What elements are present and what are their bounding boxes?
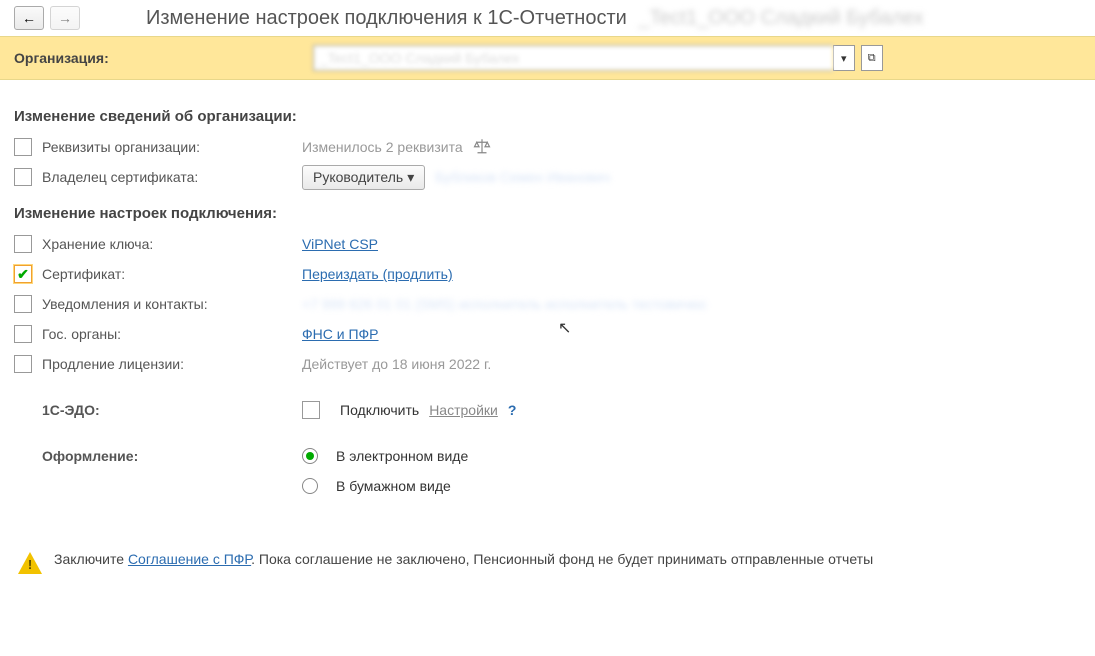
requisites-checkbox[interactable] bbox=[14, 138, 32, 156]
requisites-status: Изменилось 2 реквизита bbox=[302, 139, 463, 155]
notifications-checkbox[interactable] bbox=[14, 295, 32, 313]
cert-owner-checkbox[interactable] bbox=[14, 168, 32, 186]
certificate-checkbox[interactable] bbox=[14, 265, 32, 283]
row-license: Продление лицензии: Действует до 18 июня… bbox=[14, 350, 1081, 378]
radio-paper-label: В бумажном виде bbox=[336, 478, 451, 494]
row-edo: 1С-ЭДО: Подключить Настройки ? bbox=[14, 396, 1081, 424]
scales-icon[interactable] bbox=[473, 137, 491, 158]
row-requisites: Реквизиты организации: Изменилось 2 рекв… bbox=[14, 133, 1081, 161]
radio-electronic[interactable] bbox=[302, 448, 318, 464]
page-title-text: Изменение настроек подключения к 1С-Отче… bbox=[146, 7, 627, 29]
certificate-label: Сертификат: bbox=[42, 266, 302, 282]
edo-settings-link[interactable]: Настройки bbox=[429, 402, 498, 418]
warning-text: Заключите Соглашение с ПФР. Пока соглаше… bbox=[54, 550, 873, 570]
pfr-agreement-link[interactable]: Соглашение с ПФР bbox=[128, 551, 251, 567]
requisites-label: Реквизиты организации: bbox=[42, 139, 302, 155]
notifications-label: Уведомления и контакты: bbox=[42, 296, 302, 312]
radio-electronic-label: В электронном виде bbox=[336, 448, 468, 464]
help-icon[interactable]: ? bbox=[508, 402, 517, 418]
key-storage-link[interactable]: ViPNet CSP bbox=[302, 236, 378, 252]
organization-dropdown-icon[interactable]: ▾ bbox=[833, 45, 855, 71]
edo-label: 1С-ЭДО: bbox=[42, 402, 302, 418]
organization-bar: Организация: ▾ ⧉ bbox=[0, 36, 1095, 80]
chevron-down-icon: ▾ bbox=[407, 169, 414, 186]
forward-button: → bbox=[50, 6, 80, 30]
back-button[interactable]: ← bbox=[14, 6, 44, 30]
key-storage-label: Хранение ключа: bbox=[42, 236, 302, 252]
row-form-opt1: Оформление: В электронном виде bbox=[14, 442, 1081, 470]
license-value: Действует до 18 июня 2022 г. bbox=[302, 356, 491, 372]
form-label: Оформление: bbox=[42, 448, 302, 464]
organization-select[interactable]: ▾ ⧉ bbox=[313, 45, 883, 71]
page-title: Изменение настроек подключения к 1С-Отче… bbox=[146, 7, 924, 30]
gov-bodies-link[interactable]: ФНС и ПФР bbox=[302, 326, 379, 342]
gov-bodies-label: Гос. органы: bbox=[42, 326, 302, 342]
license-checkbox[interactable] bbox=[14, 355, 32, 373]
row-key-storage: Хранение ключа: ViPNet CSP bbox=[14, 230, 1081, 258]
organization-label: Организация: bbox=[14, 50, 109, 66]
warning-pre: Заключите bbox=[54, 551, 128, 567]
content-area: Изменение сведений об организации: Рекви… bbox=[0, 80, 1095, 588]
gov-bodies-checkbox[interactable] bbox=[14, 325, 32, 343]
key-storage-checkbox[interactable] bbox=[14, 235, 32, 253]
warning-icon bbox=[18, 552, 42, 574]
cert-owner-button-text: Руководитель bbox=[313, 169, 403, 185]
notifications-value: +7 999 626 01 01 (SMS) исполнитель испол… bbox=[302, 296, 707, 312]
organization-open-icon[interactable]: ⧉ bbox=[861, 45, 883, 71]
toolbar: ← → Изменение настроек подключения к 1С-… bbox=[0, 0, 1095, 36]
section2-title: Изменение настроек подключения: bbox=[14, 205, 1081, 222]
warning-block: Заключите Соглашение с ПФР. Пока соглаше… bbox=[14, 550, 1081, 574]
warning-post: . Пока соглашение не заключено, Пенсионн… bbox=[251, 551, 873, 567]
certificate-reissue-link[interactable]: Переиздать (продлить) bbox=[302, 266, 453, 282]
row-form-opt2: В бумажном виде bbox=[14, 472, 1081, 500]
license-label: Продление лицензии: bbox=[42, 356, 302, 372]
cert-owner-button[interactable]: Руководитель ▾ bbox=[302, 165, 425, 190]
section1-title: Изменение сведений об организации: bbox=[14, 108, 1081, 125]
radio-paper[interactable] bbox=[302, 478, 318, 494]
edo-connect-checkbox[interactable] bbox=[302, 401, 320, 419]
row-cert-owner: Владелец сертификата: Руководитель ▾ Буб… bbox=[14, 163, 1081, 191]
row-notifications: Уведомления и контакты: +7 999 626 01 01… bbox=[14, 290, 1081, 318]
row-gov-bodies: Гос. органы: ФНС и ПФР bbox=[14, 320, 1081, 348]
organization-input[interactable] bbox=[313, 45, 833, 71]
cert-owner-label: Владелец сертификата: bbox=[42, 169, 302, 185]
row-certificate: Сертификат: Переиздать (продлить) bbox=[14, 260, 1081, 288]
page-title-suffix: _Tect1_OOO Сладкий Бубалех bbox=[638, 7, 923, 29]
edo-connect-label: Подключить bbox=[340, 402, 419, 418]
cert-owner-name: Бубликов Семен Иванович bbox=[435, 169, 610, 185]
